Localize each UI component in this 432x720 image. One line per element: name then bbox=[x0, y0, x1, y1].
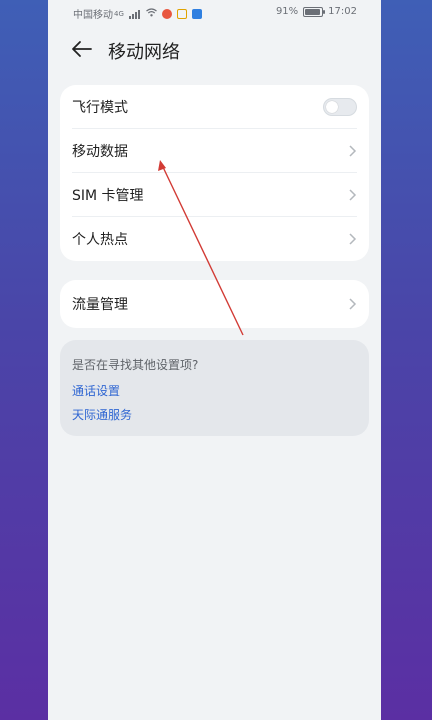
wifi-icon bbox=[146, 7, 157, 20]
phone-screen: 中国移动 4G 91% 17:02 移动网络 飞行模式 移动数据 SIM 卡管理… bbox=[48, 0, 381, 720]
data-usage-card: 流量管理 bbox=[60, 280, 369, 328]
page-header: 移动网络 bbox=[48, 32, 381, 66]
network-type: 4G bbox=[114, 9, 124, 18]
toggle-knob bbox=[326, 101, 338, 113]
chevron-right-icon bbox=[349, 145, 357, 157]
chevron-right-icon bbox=[349, 298, 357, 310]
arrow-left-icon bbox=[72, 41, 92, 57]
settings-item-sim-management[interactable]: SIM 卡管理 bbox=[60, 173, 369, 217]
back-button[interactable] bbox=[68, 35, 96, 63]
chevron-right-icon bbox=[349, 189, 357, 201]
suggestions-panel: 是否在寻找其他设置项? 通话设置 天际通服务 bbox=[60, 340, 369, 436]
settings-item-mobile-data[interactable]: 移动数据 bbox=[60, 129, 369, 173]
settings-item-label: 个人热点 bbox=[72, 232, 128, 248]
carrier-name: 中国移动 bbox=[73, 10, 113, 21]
link-skytone-service[interactable]: 天际通服务 bbox=[72, 406, 132, 423]
settings-item-label: SIM 卡管理 bbox=[72, 188, 144, 204]
settings-item-data-usage[interactable]: 流量管理 bbox=[60, 280, 369, 328]
settings-item-label: 移动数据 bbox=[72, 144, 128, 160]
clock: 17:02 bbox=[328, 6, 357, 17]
network-settings-card: 飞行模式 移动数据 SIM 卡管理 个人热点 bbox=[60, 85, 369, 261]
chevron-right-icon bbox=[349, 233, 357, 245]
airplane-mode-toggle[interactable] bbox=[323, 98, 357, 116]
battery-percent: 91% bbox=[275, 6, 299, 17]
weibo-icon bbox=[161, 8, 172, 19]
settings-item-airplane-mode[interactable]: 飞行模式 bbox=[60, 85, 369, 129]
status-left: 中国移动 4G bbox=[73, 6, 202, 21]
suggestions-question: 是否在寻找其他设置项? bbox=[72, 358, 199, 372]
page-title: 移动网络 bbox=[108, 42, 180, 63]
download-icon bbox=[176, 8, 187, 19]
battery-icon bbox=[303, 6, 326, 17]
link-call-settings[interactable]: 通话设置 bbox=[72, 382, 120, 399]
status-right: 91% 17:02 bbox=[276, 6, 357, 17]
signal-icon bbox=[128, 8, 141, 19]
settings-item-hotspot[interactable]: 个人热点 bbox=[60, 217, 369, 261]
settings-item-label: 流量管理 bbox=[72, 297, 128, 313]
app-notification-icon bbox=[191, 8, 202, 19]
status-bar: 中国移动 4G 91% 17:02 bbox=[48, 0, 381, 24]
settings-item-label: 飞行模式 bbox=[72, 100, 128, 116]
